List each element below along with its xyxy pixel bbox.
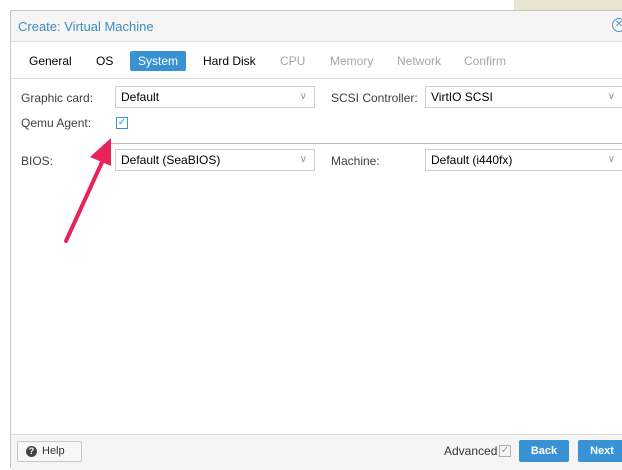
create-vm-dialog: Create: Virtual Machine ✕ General OS Sys… — [10, 10, 622, 470]
tab-system[interactable]: System — [130, 51, 187, 71]
dialog-title: Create: Virtual Machine — [18, 19, 154, 34]
graphic-card-select[interactable]: Default ∨ — [115, 86, 315, 108]
tab-os[interactable]: OS — [88, 51, 121, 71]
tab-confirm: Confirm — [464, 54, 507, 68]
chevron-down-icon: ∨ — [299, 91, 307, 102]
background-strip — [0, 0, 622, 10]
tab-general[interactable]: General — [21, 51, 80, 71]
question-icon: ? — [26, 446, 37, 457]
chevron-down-icon: ∨ — [607, 154, 615, 165]
machine-value: Default (i440fx) — [431, 153, 513, 167]
tab-memory: Memory — [330, 54, 374, 68]
scsi-controller-value: VirtIO SCSI — [431, 90, 493, 104]
help-button[interactable]: ? Help — [17, 441, 82, 462]
next-button[interactable]: Next — [578, 440, 622, 462]
graphic-card-label: Graphic card: — [21, 91, 94, 105]
machine-select[interactable]: Default (i440fx) ∨ — [425, 149, 622, 171]
tab-cpu: CPU — [280, 54, 306, 68]
scsi-controller-select[interactable]: VirtIO SCSI ∨ — [425, 86, 622, 108]
bios-label: BIOS: — [21, 154, 54, 168]
chevron-down-icon: ∨ — [607, 91, 615, 102]
tab-divider — [11, 78, 622, 79]
section-separator — [107, 143, 622, 144]
advanced-label: Advanced — [444, 444, 498, 458]
back-button[interactable]: Back — [519, 440, 569, 462]
help-label: Help — [42, 445, 65, 457]
scsi-controller-label: SCSI Controller: — [331, 91, 418, 105]
advanced-checkbox[interactable]: ✓ — [499, 445, 511, 457]
wizard-tabs: General OS System Hard Disk CPU Memory N… — [11, 41, 622, 81]
machine-label: Machine: — [331, 154, 380, 168]
background-panel — [514, 0, 622, 10]
dialog-footer: ? Help Advanced ✓ Back Next — [11, 434, 622, 470]
close-icon[interactable]: ✕ — [612, 18, 622, 32]
tab-hard-disk[interactable]: Hard Disk — [195, 51, 264, 71]
chevron-down-icon: ∨ — [299, 154, 307, 165]
qemu-agent-label: Qemu Agent: — [21, 116, 92, 130]
graphic-card-value: Default — [121, 90, 160, 104]
dialog-titlebar: Create: Virtual Machine ✕ — [11, 11, 622, 42]
qemu-agent-checkbox[interactable]: ✓ — [116, 117, 128, 129]
bios-select[interactable]: Default (SeaBIOS) ∨ — [115, 149, 315, 171]
tab-network: Network — [397, 54, 442, 68]
bios-value: Default (SeaBIOS) — [121, 153, 221, 167]
